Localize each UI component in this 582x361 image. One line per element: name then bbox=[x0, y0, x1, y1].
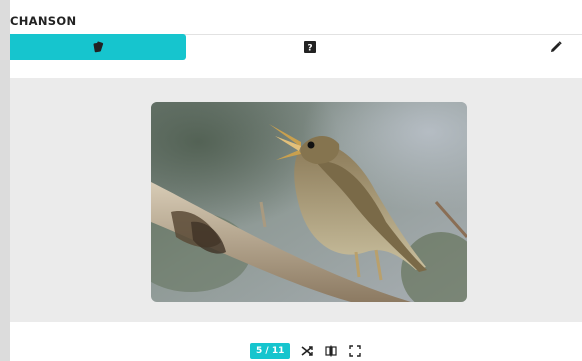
cards-icon bbox=[93, 41, 104, 53]
svg-text:?: ? bbox=[307, 44, 312, 54]
tab-flashcards[interactable] bbox=[10, 34, 186, 60]
shuffle-button[interactable] bbox=[300, 344, 314, 358]
card-counter: 5 / 11 bbox=[250, 343, 291, 359]
pencil-icon bbox=[551, 41, 562, 52]
card-footer: 5 / 11 bbox=[10, 322, 582, 361]
title-bar: CHANSON bbox=[10, 8, 582, 35]
split-view-button[interactable] bbox=[324, 344, 338, 358]
tab-bar: ? bbox=[10, 34, 582, 60]
tab-edit[interactable] bbox=[530, 34, 582, 60]
bird-photo bbox=[151, 102, 467, 302]
fullscreen-icon bbox=[349, 345, 362, 357]
fullscreen-button[interactable] bbox=[348, 344, 362, 358]
app-frame: CHANSON ? 5 / 11 bbox=[10, 0, 582, 361]
help-icon: ? bbox=[304, 41, 316, 53]
card-controls: 5 / 11 bbox=[250, 343, 362, 359]
card-stage bbox=[10, 78, 582, 322]
page-title: CHANSON bbox=[10, 14, 77, 28]
tab-help[interactable]: ? bbox=[270, 34, 350, 60]
split-view-icon bbox=[325, 345, 337, 357]
shuffle-icon bbox=[301, 346, 314, 356]
